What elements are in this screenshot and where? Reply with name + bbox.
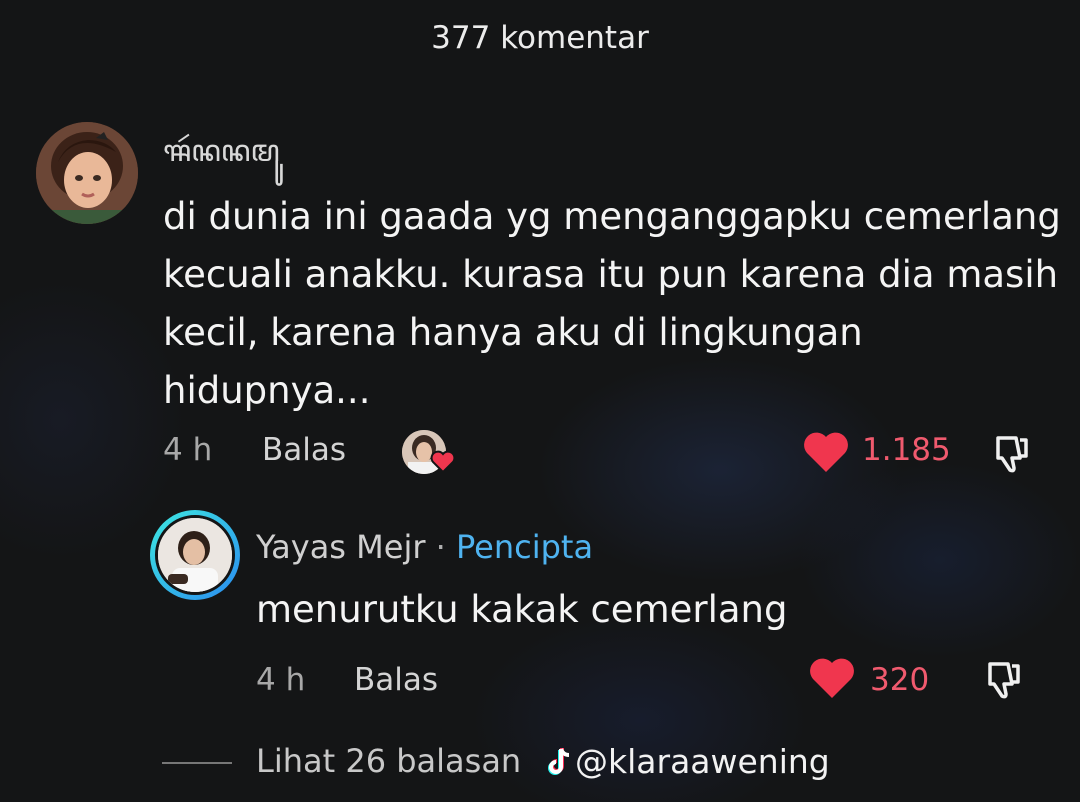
view-replies-divider	[162, 762, 232, 764]
dislike-icon[interactable]	[990, 432, 1032, 474]
creator-liked-heart-icon	[430, 450, 456, 474]
comment-like-count: 1.185	[862, 432, 951, 468]
reply-timestamp: 4 h	[256, 662, 306, 698]
reply-like-count: 320	[870, 662, 930, 698]
like-heart-icon[interactable]	[802, 430, 850, 474]
watermark-handle: @klaraawening	[575, 742, 830, 781]
creator-badge: Pencipta	[456, 528, 594, 566]
view-replies-button[interactable]: Lihat 26 balasan	[256, 742, 521, 780]
comment-text: di dunia ini gaada yg menganggapku cemer…	[163, 195, 1061, 412]
reply-text: menurutku kakak cemerlang	[256, 588, 788, 631]
comment-reply-button[interactable]: Balas	[262, 432, 346, 468]
tiktok-logo-icon	[548, 747, 570, 775]
reply-avatar[interactable]	[155, 515, 235, 595]
reply-reply-button[interactable]: Balas	[354, 662, 438, 698]
reply-avatar-ring[interactable]	[150, 510, 240, 600]
reply-like-heart-icon[interactable]	[808, 656, 856, 700]
reply-dislike-icon[interactable]	[982, 658, 1024, 700]
reply-author-line[interactable]: Yayas Mejr · Pencipta	[256, 528, 593, 566]
commenter-avatar[interactable]	[36, 122, 138, 224]
reply-separator: ·	[435, 528, 446, 566]
comment-timestamp: 4 h	[163, 432, 213, 468]
tiktok-watermark: @klaraawening	[545, 742, 830, 781]
reply-username[interactable]: Yayas Mejr	[256, 528, 425, 566]
commenter-username[interactable]: ꦯꦂꦤꦤꦩꦸ	[163, 128, 280, 189]
comments-count-title: 377 komentar	[431, 20, 649, 56]
